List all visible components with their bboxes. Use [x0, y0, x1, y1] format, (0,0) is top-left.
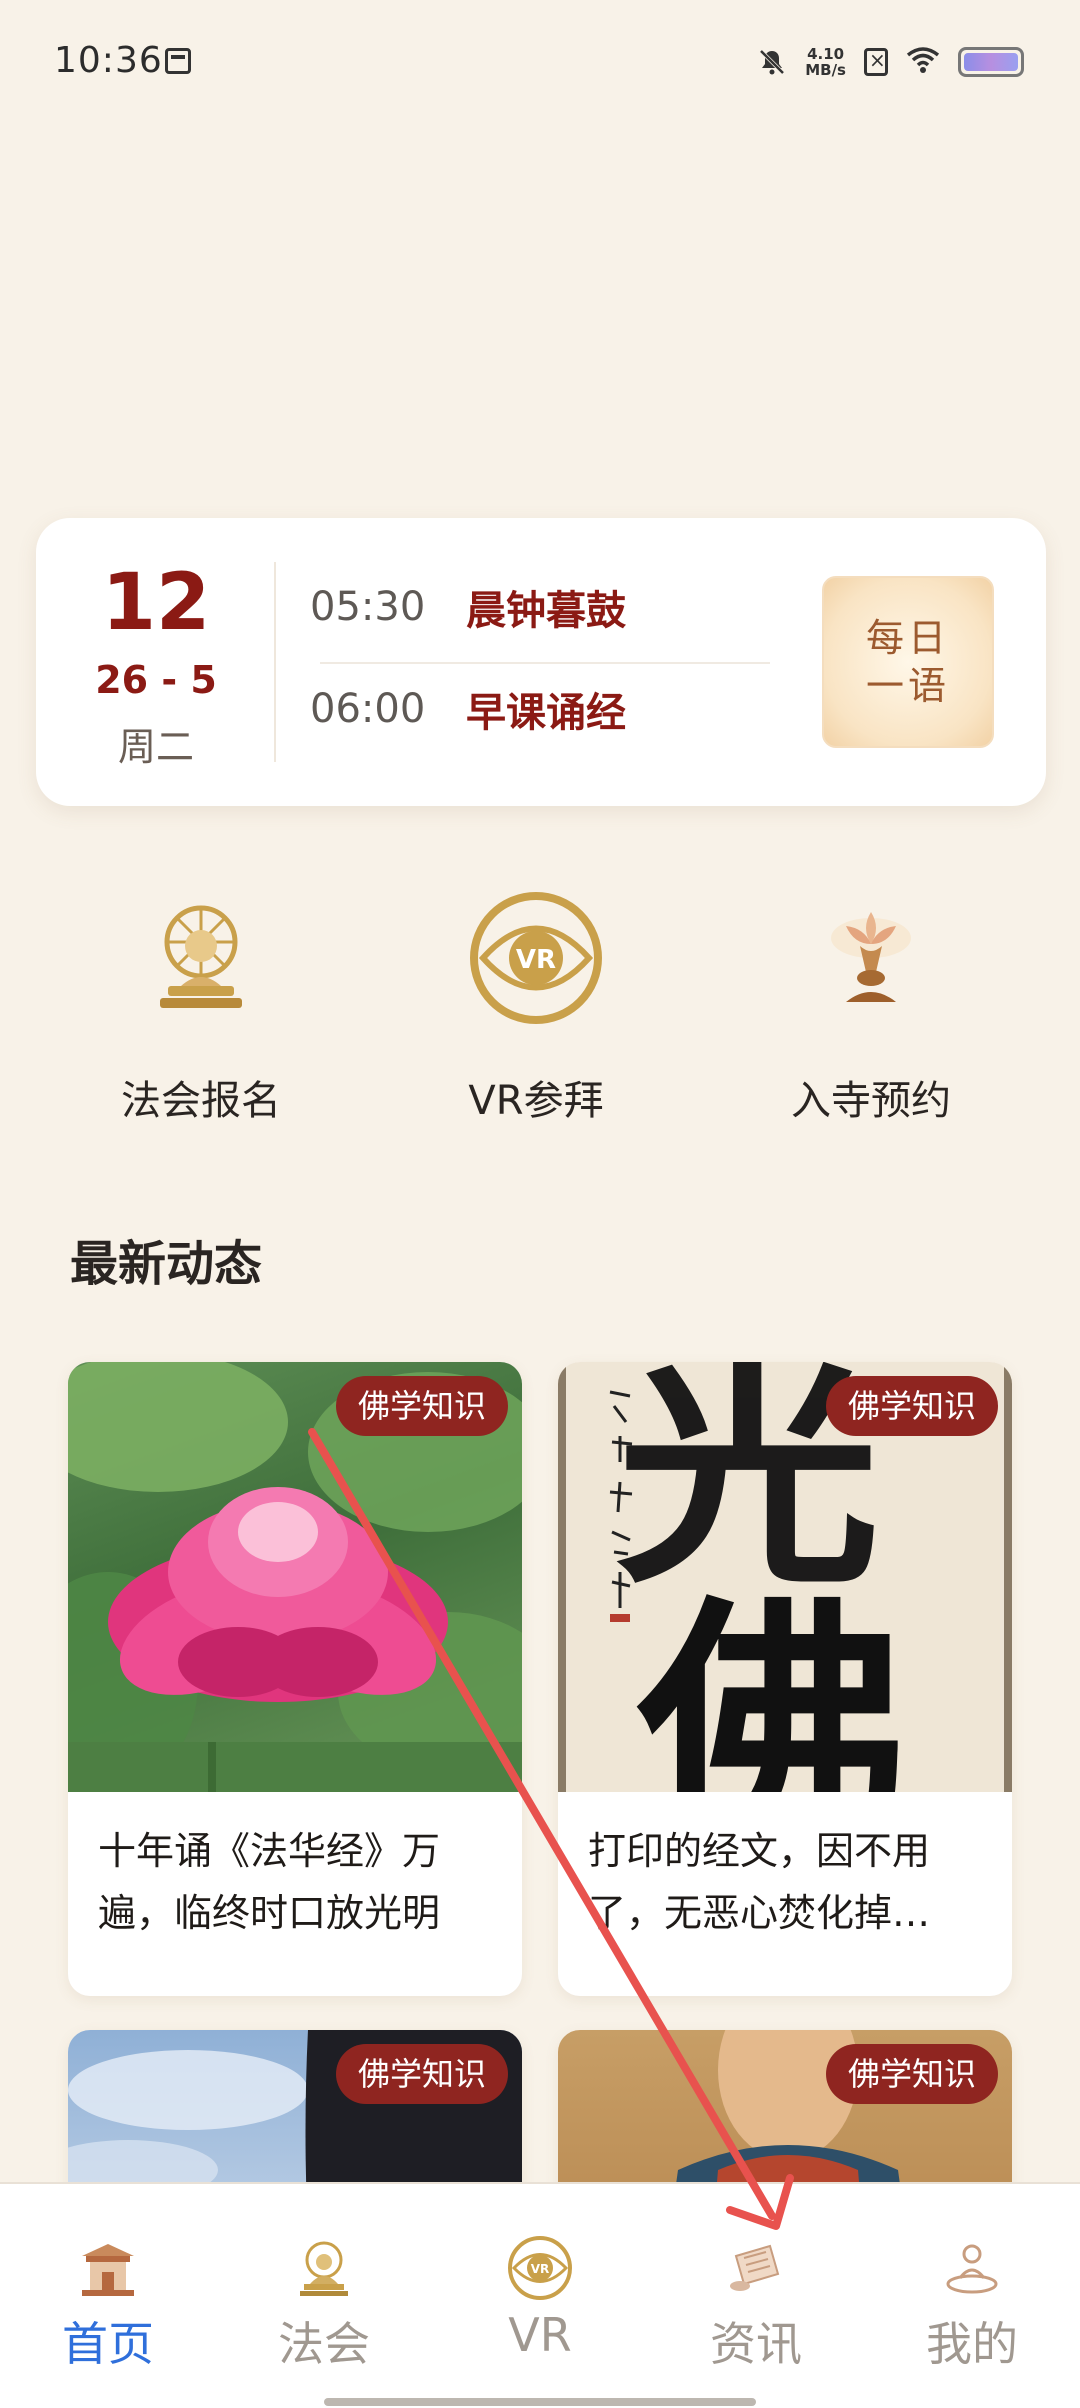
scroll-icon: [726, 2238, 786, 2298]
tab-mine[interactable]: 我的: [864, 2184, 1080, 2408]
buddha-icon: [294, 2238, 354, 2298]
quick-entry-ceremony-signup[interactable]: 法会报名: [71, 888, 331, 1126]
status-time: 10:36: [54, 40, 163, 81]
divider: [320, 662, 770, 664]
section-title-latest-news: 最新动态: [70, 1236, 263, 1292]
schedule-item[interactable]: 05:30 晨钟暮鼓: [310, 578, 626, 636]
quick-entry-label: 法会报名: [121, 1078, 281, 1124]
category-tag: 佛学知识: [825, 1376, 998, 1436]
meditating-person-icon: [942, 2238, 1002, 2298]
news-card-image: 佛学知识: [68, 1362, 522, 1792]
calligraphy-text: 佛: [638, 1571, 908, 1792]
schedule-event: 晨钟暮鼓: [466, 588, 626, 634]
calendar-notification-icon: [165, 48, 191, 74]
calligraphy-inscription: [604, 1382, 638, 1622]
quick-entry-temple-booking[interactable]: 入寺预约: [741, 888, 1001, 1126]
tab-vr[interactable]: VR VR: [432, 2184, 648, 2408]
date-schedule-card: 12 26 - 5 周二 05:30 晨钟暮鼓 06:00 早课诵经 每日一语: [36, 518, 1046, 806]
tab-ceremony[interactable]: 法会: [216, 2184, 432, 2408]
schedule-time: 06:00: [310, 686, 426, 732]
vr-eye-icon: VR: [466, 888, 606, 1028]
category-tag: 佛学知识: [825, 2044, 998, 2104]
temple-icon: [78, 2238, 138, 2298]
news-card-title: 打印的经文，因不用了，无恶心焚化掉…: [588, 1829, 931, 1935]
quick-entry-label: 入寺预约: [791, 1078, 951, 1124]
vr-icon: VR: [508, 2236, 572, 2300]
news-card[interactable]: 光 佛 佛学知识 打印的经文，因不用了，无恶心焚化掉…: [558, 1362, 1012, 1996]
category-tag: 佛学知识: [335, 1376, 508, 1436]
news-card-image: 光 佛 佛学知识: [558, 1362, 1012, 1792]
home-indicator[interactable]: [324, 2398, 756, 2406]
date-weekday: 周二: [117, 725, 194, 769]
daily-quote-button[interactable]: 每日一语: [822, 576, 994, 748]
tab-label: 资讯: [710, 2317, 802, 2371]
tab-label: 首页: [62, 2317, 154, 2371]
category-tag: 佛学知识: [335, 2044, 508, 2104]
no-sim-icon: [864, 48, 888, 76]
wifi-icon: [906, 46, 940, 78]
tab-label: VR: [508, 2308, 572, 2362]
tab-home[interactable]: 首页: [0, 2184, 216, 2408]
tab-news[interactable]: 资讯: [648, 2184, 864, 2408]
quick-entry-label: VR参拜: [468, 1078, 604, 1124]
date-day: 12: [101, 558, 211, 648]
news-card[interactable]: 佛学知识 十年诵《法华经》万遍，临终时口放光明: [68, 1362, 522, 1996]
schedule-event: 早课诵经: [466, 690, 626, 736]
status-bar: 10:36 4.10 MB/s: [0, 0, 1080, 120]
lotus-lamp-icon: [801, 888, 941, 1028]
schedule-time: 05:30: [310, 584, 426, 630]
quick-entry-vr-worship[interactable]: VR VR参拜: [406, 888, 666, 1126]
app-screen: 10:36 4.10 MB/s 12 26 - 5 周二 05:30 晨钟暮鼓: [0, 0, 1080, 2408]
tab-label: 我的: [926, 2317, 1018, 2371]
daily-quote-label: 每日一语: [865, 616, 950, 708]
network-speed: 4.10 MB/s: [805, 45, 846, 79]
vr-badge-text: VR: [516, 945, 556, 975]
dharma-wheel-icon: [131, 888, 271, 1028]
status-icons: 4.10 MB/s: [757, 42, 1024, 82]
tab-label: 法会: [278, 2317, 370, 2371]
bottom-navigation: 首页 法会 VR VR 资讯 我的: [0, 2182, 1080, 2408]
divider: [274, 562, 276, 762]
svg-text:VR: VR: [531, 2262, 550, 2276]
date-year-month: 26 - 5: [95, 658, 217, 702]
bell-off-icon: [757, 47, 787, 77]
news-card-title: 十年诵《法华经》万遍，临终时口放光明: [98, 1829, 441, 1935]
battery-icon: [958, 47, 1024, 77]
schedule-item[interactable]: 06:00 早课诵经: [310, 680, 626, 738]
